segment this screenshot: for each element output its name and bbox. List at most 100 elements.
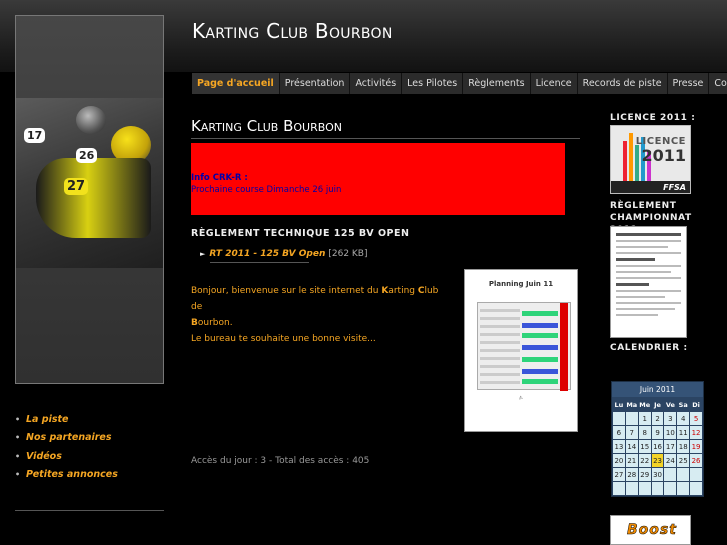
calendar-empty-cell xyxy=(613,412,625,425)
left-menu: • La piste • Nos partenaires • Vidéos • … xyxy=(15,410,118,484)
left-menu-item-piste[interactable]: • La piste xyxy=(15,410,118,429)
calendar-day[interactable]: 27 xyxy=(613,468,625,481)
calendar-day[interactable]: 29 xyxy=(638,468,651,481)
kart-number-1: 17 xyxy=(24,128,46,143)
calendar-month[interactable]: Juin 2011 xyxy=(612,382,703,397)
left-menu-item-annonces[interactable]: • Petites annonces xyxy=(15,466,118,485)
nav-item-presentation[interactable]: Présentation xyxy=(280,73,351,94)
calendar-day[interactable]: 7 xyxy=(625,426,638,439)
calendar-week: 27 28 29 30 xyxy=(613,468,702,481)
calendar-empty-cell xyxy=(677,482,690,495)
main-nav: Page d'accueil Présentation Activités Le… xyxy=(192,73,727,94)
calendar-empty-cell xyxy=(690,468,702,481)
left-menu-label: Vidéos xyxy=(26,450,62,462)
calendar-day[interactable]: 21 xyxy=(625,454,638,467)
grid-line xyxy=(480,357,520,360)
grid-line xyxy=(480,373,520,376)
calendar-day[interactable]: 30 xyxy=(651,468,664,481)
calendar-empty-cell xyxy=(651,482,664,495)
calendar-day[interactable]: 24 xyxy=(664,454,677,467)
calendar-day[interactable]: 18 xyxy=(677,440,690,453)
karting-photo: 17 26 27 xyxy=(16,98,163,268)
calendar-day[interactable]: 20 xyxy=(613,454,625,467)
nav-item-presse[interactable]: Presse xyxy=(668,73,710,94)
licence-stripe xyxy=(623,141,627,181)
boost-logo: Boost xyxy=(627,522,677,539)
planning-bar xyxy=(522,379,558,384)
calendar-day[interactable]: 6 xyxy=(613,426,625,439)
calendar-day[interactable]: 5 xyxy=(690,412,702,425)
left-menu-label: Petites annonces xyxy=(26,469,118,481)
calendar-day[interactable]: 12 xyxy=(690,426,702,439)
welcome-text-part: ourbon. xyxy=(197,318,233,328)
calendar-empty-cell xyxy=(664,468,677,481)
calendar-day[interactable]: 11 xyxy=(677,426,690,439)
calendar-day[interactable]: 14 xyxy=(625,440,638,453)
calendar-day[interactable]: 10 xyxy=(664,426,677,439)
calendar-day[interactable]: 25 xyxy=(677,454,690,467)
info-line-2: Prochaine course Dimanche 26 juin xyxy=(191,185,342,195)
calendar-week: 6 7 8 9 10 11 12 xyxy=(613,426,702,439)
site-title[interactable]: Karting Club Bourbon xyxy=(192,19,393,43)
calendar-day[interactable]: 26 xyxy=(690,454,702,467)
sidebar-photo-frame: 17 26 27 xyxy=(15,15,164,384)
nav-item-records[interactable]: Records de piste xyxy=(578,73,668,94)
doc-line xyxy=(616,290,681,292)
calendar-empty-cell xyxy=(664,482,677,495)
calendar-day[interactable]: 8 xyxy=(638,426,651,439)
calendar-day[interactable]: 9 xyxy=(651,426,664,439)
left-menu-label: La piste xyxy=(26,413,69,425)
calendar-day[interactable]: 16 xyxy=(651,440,664,453)
calendar-day[interactable]: 23 xyxy=(651,454,664,467)
doc-line xyxy=(616,302,681,304)
planning-image[interactable]: Planning Juin 11 ⚠ xyxy=(464,269,578,432)
calendar-empty-cell xyxy=(677,468,690,481)
licence-label: Licence 2011 : xyxy=(610,113,696,123)
ffsa-logo: FFSA xyxy=(663,183,686,192)
nav-item-reglements[interactable]: Règlements xyxy=(463,73,531,94)
nav-item-activites[interactable]: Activités xyxy=(350,73,403,94)
nav-item-pilotes[interactable]: Les Pilotes xyxy=(402,73,464,94)
calendar-day[interactable]: 28 xyxy=(625,468,638,481)
calendar-day[interactable]: 15 xyxy=(638,440,651,453)
calendar-week: 12345 xyxy=(613,412,702,425)
left-menu-item-partenaires[interactable]: • Nos partenaires xyxy=(15,429,118,448)
doc-line xyxy=(616,240,681,242)
grid-line xyxy=(480,309,520,312)
calendar-day[interactable]: 19 xyxy=(690,440,702,453)
file-size: [262 KB] xyxy=(328,249,368,259)
kart-body xyxy=(36,158,151,238)
calendar-empty-cell xyxy=(638,482,651,495)
calendar-day[interactable]: 13 xyxy=(613,440,625,453)
bullet-icon: • xyxy=(15,433,21,443)
left-menu-label: Nos partenaires xyxy=(26,432,112,444)
left-menu-item-videos[interactable]: • Vidéos xyxy=(15,447,118,466)
kart-number-2: 26 xyxy=(76,148,98,163)
calendar-day[interactable]: 3 xyxy=(664,412,677,425)
calendar-day[interactable]: 4 xyxy=(677,412,690,425)
calendar: Juin 2011 Lu Ma Me Je Ve Sa Di 1 2 3 4 5 6 7 8 9 10 11 12… xyxy=(611,381,704,497)
bullet-icon: • xyxy=(15,414,21,424)
calendar-day-header: Je xyxy=(651,398,664,411)
welcome-text-part: B xyxy=(191,318,198,328)
file-link[interactable]: RT 2011 - 125 BV Open xyxy=(209,249,325,259)
licence-stripe xyxy=(635,145,639,181)
calendar-day[interactable]: 22 xyxy=(638,454,651,467)
doc-line xyxy=(616,308,675,310)
nav-item-licence[interactable]: Licence xyxy=(531,73,578,94)
nav-item-accueil[interactable]: Page d'accueil xyxy=(192,73,280,94)
calendar-empty-cell xyxy=(625,482,638,495)
grid-line xyxy=(480,317,520,320)
calendar-day[interactable]: 1 xyxy=(638,412,651,425)
calendar-day[interactable]: 17 xyxy=(664,440,677,453)
planning-bar xyxy=(522,369,558,374)
licence-image[interactable]: LICENCE 2011 FFSA xyxy=(610,125,691,194)
nav-item-contact[interactable]: Contact xyxy=(709,73,727,94)
grid-line xyxy=(480,341,520,344)
grid-line xyxy=(480,365,520,368)
championship-doc-image[interactable] xyxy=(610,226,687,338)
calendar-day[interactable]: 2 xyxy=(651,412,664,425)
doc-line xyxy=(616,258,655,261)
calendar-week: 13 14 15 16 17 18 19 xyxy=(613,440,702,453)
boost-sponsor-image[interactable]: Boost xyxy=(610,515,691,545)
